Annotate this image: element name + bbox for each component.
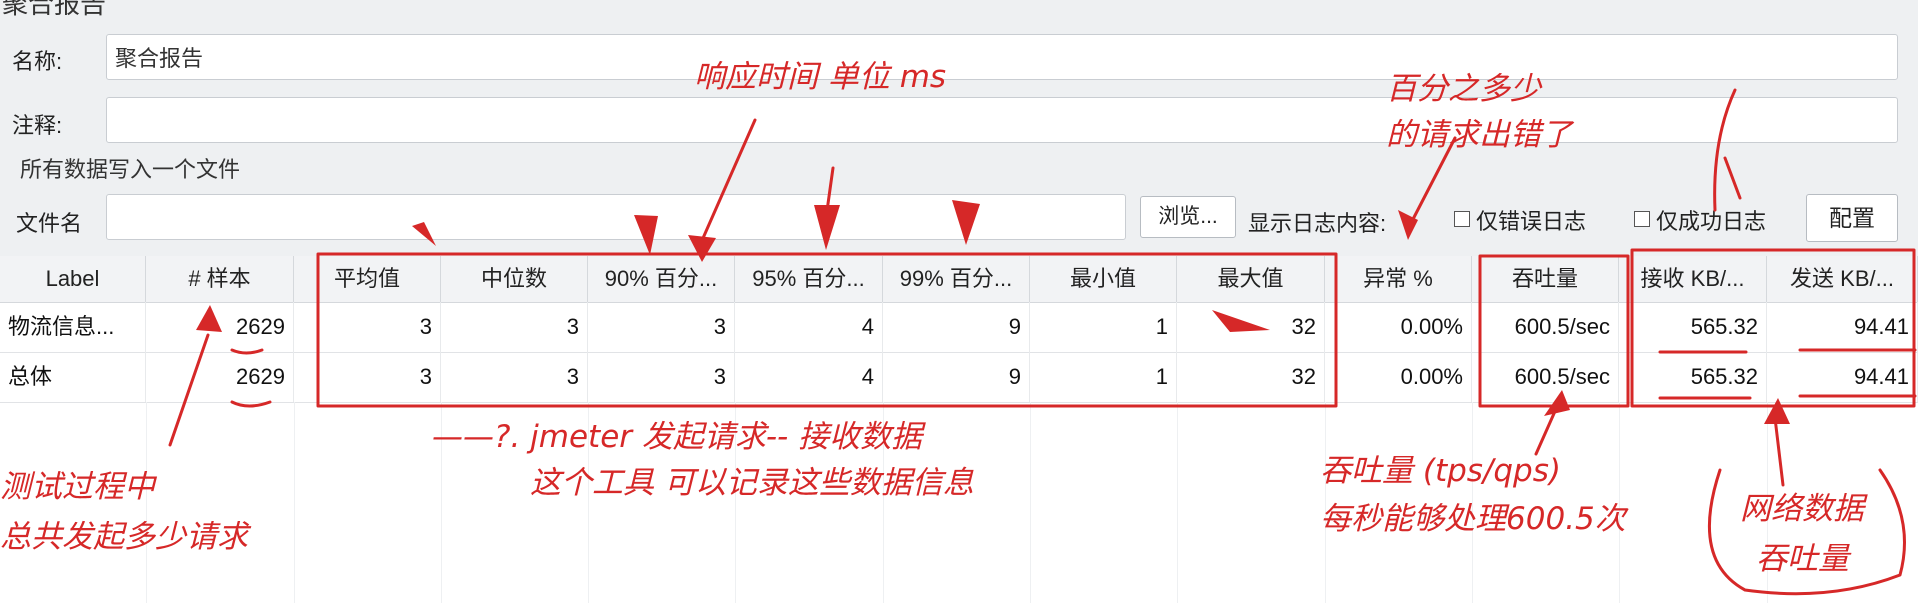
cell-99pct: 9 xyxy=(883,302,1030,352)
filename-field[interactable] xyxy=(106,194,1126,240)
column-header-min[interactable]: 最小值 xyxy=(1030,256,1177,302)
annotation-throughput-line1: 吞吐量 (tps/qps) xyxy=(1320,453,1561,489)
log-content-label: 显示日志内容: xyxy=(1248,211,1387,236)
column-header-90pct[interactable]: 90% 百分... xyxy=(588,256,735,302)
column-header-95pct[interactable]: 95% 百分... xyxy=(735,256,883,302)
arrowhead xyxy=(1398,210,1418,240)
window-title: 聚合报告 xyxy=(2,0,107,19)
cell-samples: 2629 xyxy=(146,352,294,402)
name-field[interactable]: 聚合报告 xyxy=(106,34,1898,80)
column-header-99pct[interactable]: 99% 百分... xyxy=(883,256,1030,302)
column-header-label[interactable]: Label xyxy=(0,256,146,302)
cell-average: 3 xyxy=(294,302,441,352)
config-button[interactable]: 配置 xyxy=(1806,194,1898,242)
cell-95pct: 4 xyxy=(735,352,883,402)
cell-min: 1 xyxy=(1030,352,1177,402)
cell-90pct: 3 xyxy=(588,352,735,402)
cell-max: 32 xyxy=(1177,352,1325,402)
annotation-samples-line2: 总共发起多少请求 xyxy=(0,519,248,555)
cell-95pct: 4 xyxy=(735,302,883,352)
cell-sent-kb: 94.41 xyxy=(1767,302,1918,352)
cell-median: 3 xyxy=(441,302,588,352)
table-row[interactable]: 总体 2629 3 3 3 4 9 1 32 0.00% 600.5/sec 5… xyxy=(0,352,1918,403)
cell-sent-kb: 94.41 xyxy=(1767,352,1918,402)
cell-average: 3 xyxy=(294,352,441,402)
cell-label: 总体 xyxy=(0,352,146,402)
annotation-network-line2: 吞吐量 xyxy=(1756,541,1849,577)
column-header-throughput[interactable]: 吞吐量 xyxy=(1472,256,1619,302)
column-header-average[interactable]: 平均值 xyxy=(294,256,441,302)
success-only-label: 仅成功日志 xyxy=(1656,209,1767,234)
cell-samples: 2629 xyxy=(146,302,294,352)
annotation-error-pct-line1: 百分之多少 xyxy=(1386,71,1541,107)
column-divider xyxy=(1177,402,1178,603)
annotation-error-pct-line2: 的请求出错了 xyxy=(1386,117,1572,153)
annotation-throughput-line2: 每秒能够处理600.5次 xyxy=(1320,501,1626,537)
table-row[interactable]: 物流信息... 2629 3 3 3 4 9 1 32 0.00% 600.5/… xyxy=(0,302,1918,353)
errors-only-label: 仅错误日志 xyxy=(1476,209,1587,234)
cell-label: 物流信息... xyxy=(0,302,146,352)
column-header-max[interactable]: 最大值 xyxy=(1177,256,1325,302)
column-header-received-kb[interactable]: 接收 KB/... xyxy=(1619,256,1767,302)
cell-error-pct: 0.00% xyxy=(1325,352,1472,402)
browse-button[interactable]: 浏览... xyxy=(1140,196,1236,238)
aggregate-report-table: Label # 样本 平均值 中位数 90% 百分... 95% 百分... 9… xyxy=(0,256,1918,603)
cell-throughput: 600.5/sec xyxy=(1472,302,1619,352)
cell-median: 3 xyxy=(441,352,588,402)
column-divider xyxy=(294,402,295,603)
comment-label: 注释: xyxy=(12,113,63,138)
cell-received-kb: 565.32 xyxy=(1619,302,1767,352)
filename-label: 文件名 xyxy=(16,211,83,236)
column-divider xyxy=(1030,402,1031,603)
table-header: Label # 样本 平均值 中位数 90% 百分... 95% 百分... 9… xyxy=(0,256,1918,303)
write-to-file-section-title: 所有数据写入一个文件 xyxy=(20,157,241,182)
cell-error-pct: 0.00% xyxy=(1325,302,1472,352)
success-only-checkbox[interactable]: 仅成功日志 xyxy=(1634,204,1766,236)
annotation-jmeter-line2: 这个工具 可以记录这些数据信息 xyxy=(530,465,974,501)
comment-field[interactable] xyxy=(106,97,1898,143)
column-header-samples[interactable]: # 样本 xyxy=(146,256,294,302)
errors-only-checkbox[interactable]: 仅错误日志 xyxy=(1454,204,1586,236)
cell-received-kb: 565.32 xyxy=(1619,352,1767,402)
cell-throughput: 600.5/sec xyxy=(1472,352,1619,402)
name-label: 名称: xyxy=(12,49,63,74)
cell-90pct: 3 xyxy=(588,302,735,352)
column-header-sent-kb[interactable]: 发送 KB/... xyxy=(1767,256,1918,302)
annotation-samples-line1: 测试过程中 xyxy=(0,469,155,505)
annotation-jmeter-line1: ——?. jmeter 发起请求-- 接收数据 xyxy=(432,419,923,455)
cell-99pct: 9 xyxy=(883,352,1030,402)
column-header-error-pct[interactable]: 异常 % xyxy=(1325,256,1472,302)
cell-min: 1 xyxy=(1030,302,1177,352)
arrow-line xyxy=(1723,156,1742,200)
annotation-network-line1: 网络数据 xyxy=(1740,491,1864,527)
cell-max: 32 xyxy=(1177,302,1325,352)
checkbox-box[interactable] xyxy=(1454,211,1470,227)
checkbox-box[interactable] xyxy=(1634,211,1650,227)
annotation-response-time: 响应时间 单位 ms xyxy=(694,59,947,95)
column-header-median[interactable]: 中位数 xyxy=(441,256,588,302)
